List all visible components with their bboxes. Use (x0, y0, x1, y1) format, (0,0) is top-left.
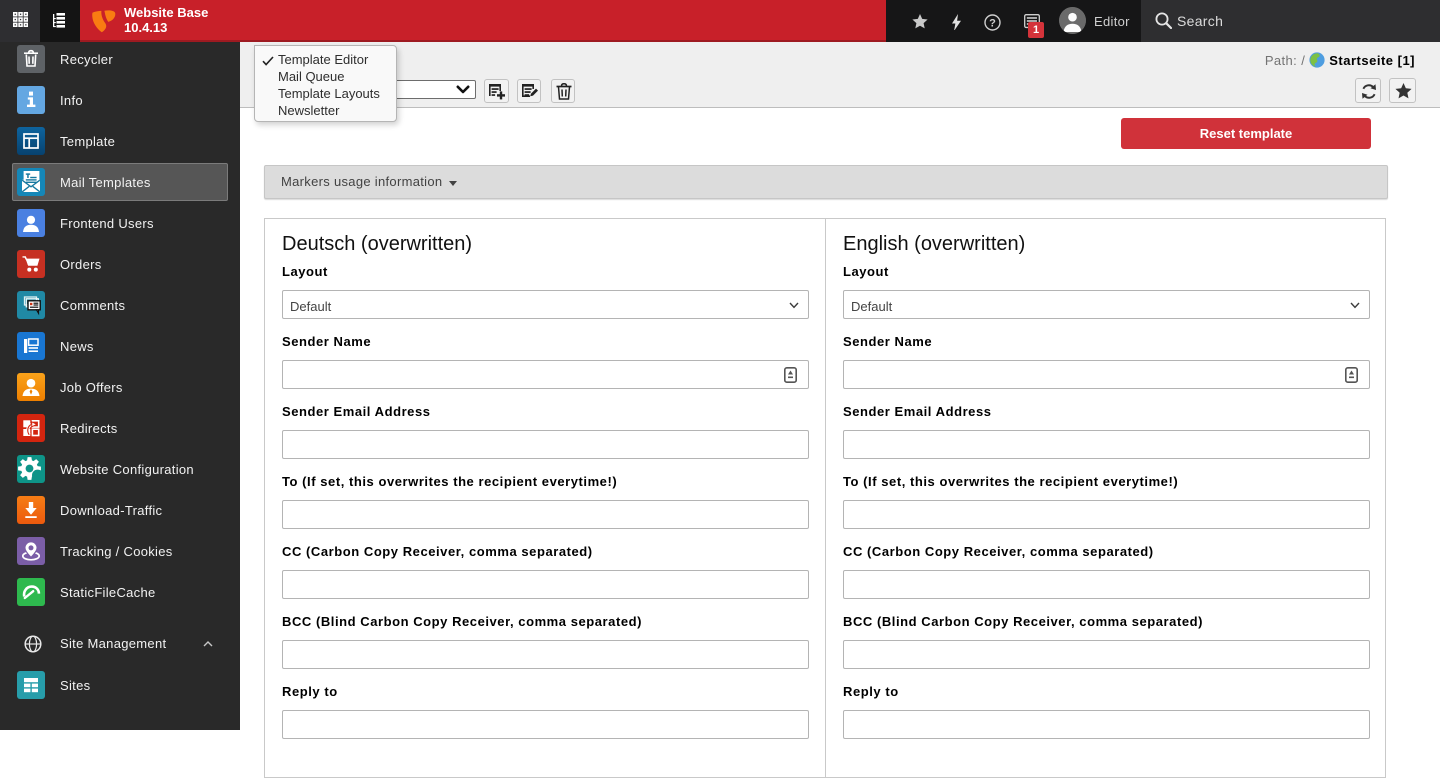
svg-text:?: ? (989, 18, 996, 30)
